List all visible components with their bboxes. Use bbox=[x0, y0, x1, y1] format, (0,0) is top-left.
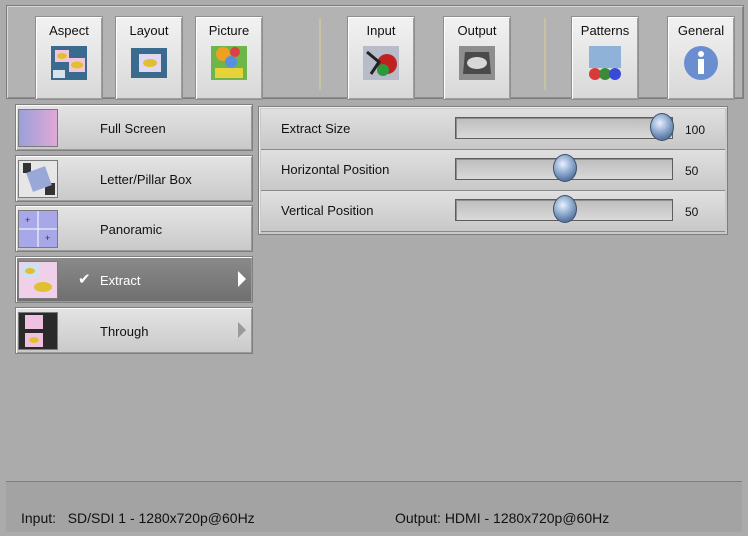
info-icon bbox=[684, 46, 718, 80]
general-button[interactable]: General bbox=[667, 16, 735, 100]
layout-icon bbox=[131, 48, 167, 78]
extract-size-row: Extract Size 100 bbox=[261, 109, 725, 150]
menu-item-label: Through bbox=[100, 324, 149, 339]
status-bar: Input: SD/SDI 1 - 1280x720p@60Hz Output:… bbox=[6, 481, 742, 532]
menu-item-through[interactable]: Through bbox=[15, 307, 253, 354]
output-button-label: Output bbox=[457, 23, 497, 38]
input-icon bbox=[363, 46, 399, 80]
output-status: Output: HDMI - 1280x720p@60Hz bbox=[395, 510, 609, 526]
menu-item-label: Extract bbox=[100, 273, 141, 288]
layout-button-label: Layout bbox=[129, 23, 169, 38]
panoramic-thumb-icon: + + bbox=[18, 210, 58, 248]
menu-item-label: Full Screen bbox=[100, 121, 166, 136]
svg-text:+: + bbox=[25, 215, 30, 225]
horizontal-position-value: 50 bbox=[685, 164, 699, 178]
aspect-button[interactable]: Aspect bbox=[35, 16, 103, 100]
output-button[interactable]: Output bbox=[443, 16, 511, 100]
input-status-label: Input: bbox=[21, 510, 57, 526]
input-status-value: SD/SDI 1 - 1280x720p@60Hz bbox=[67, 510, 255, 526]
output-status-label: Output: bbox=[395, 510, 441, 526]
menu-item-label: Panoramic bbox=[100, 222, 163, 237]
aspect-icon bbox=[51, 46, 87, 80]
picture-button-label: Picture bbox=[208, 23, 250, 38]
output-icon bbox=[459, 46, 495, 80]
slider-knob[interactable] bbox=[553, 195, 577, 223]
vertical-position-label: Vertical Position bbox=[281, 203, 374, 218]
extract-size-value: 100 bbox=[685, 123, 706, 137]
layout-button[interactable]: Layout bbox=[115, 16, 183, 100]
horizontal-position-slider[interactable] bbox=[455, 154, 673, 182]
input-button[interactable]: Input bbox=[347, 16, 415, 100]
app-window: Aspect Layout Picture Input Output Patte… bbox=[0, 0, 748, 536]
vertical-position-slider[interactable] bbox=[455, 195, 673, 223]
letter-pillar-box-thumb-icon bbox=[18, 160, 58, 198]
picture-icon bbox=[211, 46, 247, 80]
vertical-position-value: 50 bbox=[685, 205, 699, 219]
vertical-position-row: Vertical Position 50 bbox=[261, 191, 725, 232]
slider-knob[interactable] bbox=[650, 113, 674, 141]
output-status-value: HDMI - 1280x720p@60Hz bbox=[444, 510, 610, 526]
aspect-button-label: Aspect bbox=[49, 23, 89, 38]
menu-item-full-screen[interactable]: Full Screen bbox=[15, 104, 253, 151]
extract-size-slider[interactable] bbox=[455, 113, 674, 141]
horizontal-position-row: Horizontal Position 50 bbox=[261, 150, 725, 191]
full-screen-thumb-icon bbox=[18, 109, 58, 147]
patterns-button[interactable]: Patterns bbox=[571, 16, 639, 100]
extract-size-label: Extract Size bbox=[281, 121, 351, 136]
horizontal-position-label: Horizontal Position bbox=[281, 162, 390, 177]
general-button-label: General bbox=[677, 23, 725, 38]
menu-item-panoramic[interactable]: + + Panoramic bbox=[15, 205, 253, 252]
menu-item-extract[interactable]: ✔ Extract bbox=[15, 256, 253, 303]
menu-item-letter-pillar-box[interactable]: Letter/Pillar Box bbox=[15, 155, 253, 202]
slider-knob[interactable] bbox=[553, 154, 577, 182]
menu-item-label: Letter/Pillar Box bbox=[100, 172, 192, 187]
through-thumb-icon bbox=[18, 312, 58, 350]
top-toolbar: Aspect Layout Picture Input Output Patte… bbox=[6, 5, 744, 100]
extract-settings-panel: Extract Size 100 Horizontal Position 50 … bbox=[258, 106, 728, 235]
submenu-arrow-icon bbox=[238, 322, 246, 338]
submenu-arrow-icon bbox=[238, 271, 246, 287]
patterns-button-label: Patterns bbox=[580, 23, 630, 38]
input-status: Input: SD/SDI 1 - 1280x720p@60Hz bbox=[21, 510, 255, 526]
toolbar-divider-2 bbox=[544, 18, 546, 90]
toolbar-divider bbox=[319, 18, 321, 90]
patterns-icon bbox=[589, 46, 621, 80]
input-button-label: Input bbox=[366, 23, 396, 38]
picture-button[interactable]: Picture bbox=[195, 16, 263, 100]
extract-thumb-icon bbox=[18, 261, 58, 299]
checkmark-icon: ✔ bbox=[78, 271, 91, 288]
svg-text:+: + bbox=[45, 233, 50, 243]
